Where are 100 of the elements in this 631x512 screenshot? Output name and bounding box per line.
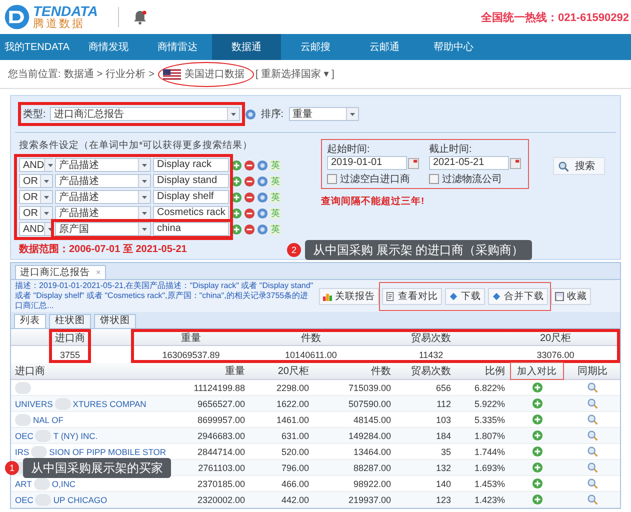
- toolbar-button[interactable]: 关联报告: [319, 288, 379, 304]
- type-select[interactable]: 进口商汇总报告: [50, 107, 240, 121]
- nav-tab[interactable]: 云邮通: [350, 34, 419, 60]
- caret-icon: [40, 191, 52, 203]
- help-icon[interactable]: [244, 108, 256, 120]
- add-icon[interactable]: [532, 430, 542, 441]
- help-icon[interactable]: [257, 224, 268, 234]
- add-icon[interactable]: [231, 224, 242, 234]
- nav-tab[interactable]: 我的TENDATA: [0, 34, 74, 60]
- search-icon[interactable]: [587, 494, 598, 505]
- help-icon[interactable]: [257, 176, 268, 186]
- table-cell-text: 184: [434, 430, 452, 440]
- field-select[interactable]: 产品描述: [55, 158, 151, 172]
- search-icon[interactable]: [587, 430, 598, 441]
- search-icon[interactable]: [587, 414, 598, 425]
- toolbar-button[interactable]: 合并下载: [488, 288, 548, 304]
- importer-link[interactable]: OEC: [15, 430, 34, 440]
- report-tab[interactable]: 进口商汇总报告 ×: [15, 265, 106, 279]
- search-icon[interactable]: [587, 382, 598, 393]
- nav-tab[interactable]: 商情雷达: [143, 34, 212, 60]
- keyword-field[interactable]: Display rack: [153, 158, 229, 172]
- logic-select[interactable]: AND: [19, 222, 53, 236]
- importer-link[interactable]: XTURES COMPAN: [72, 398, 146, 408]
- add-icon[interactable]: [231, 208, 242, 218]
- importer-link[interactable]: OEC: [15, 494, 34, 504]
- breadcrumb-link[interactable]: [ 重新选择国家 ▾ ]: [255, 67, 334, 81]
- caret-icon: [40, 207, 52, 219]
- importer-link[interactable]: O,INC: [52, 478, 76, 488]
- add-icon[interactable]: [532, 478, 542, 489]
- logic-select[interactable]: OR: [19, 206, 53, 220]
- view-tab[interactable]: 饼状图: [94, 314, 136, 328]
- table-cell-text: 1.807%: [473, 430, 506, 440]
- help-icon[interactable]: [257, 192, 268, 202]
- add-icon[interactable]: [532, 398, 542, 409]
- remove-icon[interactable]: [244, 192, 255, 202]
- breadcrumb-link[interactable]: 行业分析: [106, 67, 146, 81]
- table-cell-text: 1.693%: [473, 462, 506, 472]
- importer-link[interactable]: T (NY) INC.: [53, 430, 98, 440]
- logic-select[interactable]: AND: [19, 158, 53, 172]
- keyword-field[interactable]: Cosmetics rack: [153, 206, 229, 220]
- search-button[interactable]: 搜索: [553, 157, 605, 175]
- add-icon[interactable]: [532, 462, 542, 473]
- search-icon[interactable]: [587, 462, 598, 473]
- help-icon[interactable]: [257, 160, 268, 170]
- view-tab[interactable]: 柱状图: [49, 314, 91, 328]
- sort-select[interactable]: 重量: [288, 107, 359, 121]
- field-select[interactable]: 产品描述: [55, 206, 151, 220]
- type-label: 类型:: [23, 108, 46, 121]
- breadcrumb-text: 美国进口数据: [184, 68, 244, 81]
- checkbox[interactable]: [429, 174, 439, 184]
- view-tab[interactable]: 列表: [14, 314, 46, 328]
- importer-link[interactable]: ART: [15, 478, 32, 488]
- end-date-field[interactable]: 2021-05-21: [429, 156, 509, 170]
- add-icon[interactable]: [532, 414, 542, 425]
- nav-tab[interactable]: 数据通: [212, 34, 281, 60]
- checkbox[interactable]: [327, 174, 337, 184]
- add-icon[interactable]: [231, 160, 242, 170]
- importer-link[interactable]: UP CHICAGO: [53, 494, 108, 504]
- search-icon[interactable]: [587, 446, 598, 457]
- field-select[interactable]: 原产国: [55, 222, 151, 236]
- add-icon[interactable]: [231, 176, 242, 186]
- field-select[interactable]: 产品描述: [55, 190, 151, 204]
- add-icon[interactable]: [532, 446, 542, 457]
- keyword-field[interactable]: Display shelf: [153, 190, 229, 204]
- breadcrumb-text: >: [96, 68, 103, 80]
- toolbar-button[interactable]: 查看对比: [382, 288, 442, 304]
- calendar-icon[interactable]: [510, 158, 521, 168]
- nav-tab[interactable]: 云邮搜: [281, 34, 350, 60]
- importer-link[interactable]: SION OF PIPP MOBILE STOR: [49, 446, 166, 456]
- column-header: 贸易次数: [411, 332, 451, 344]
- toolbar-button[interactable]: 收藏: [551, 288, 591, 304]
- search-icon[interactable]: [587, 478, 598, 489]
- importer-link[interactable]: IRS: [15, 446, 30, 456]
- search-icon[interactable]: [587, 398, 598, 409]
- add-icon[interactable]: [532, 494, 542, 505]
- remove-icon[interactable]: [244, 224, 255, 234]
- keyword-field[interactable]: china: [153, 222, 229, 236]
- logic-select[interactable]: OR: [19, 190, 53, 204]
- remove-icon[interactable]: [244, 160, 255, 170]
- importer-link[interactable]: NAL OF: [33, 414, 64, 424]
- help-icon[interactable]: [257, 208, 268, 218]
- add-icon[interactable]: [532, 382, 542, 393]
- bell-icon[interactable]: [132, 9, 147, 25]
- logic-select[interactable]: OR: [19, 174, 53, 188]
- table-cell: 11432: [418, 350, 444, 360]
- nav-tab[interactable]: 商情发现: [74, 34, 143, 60]
- add-icon[interactable]: [231, 192, 242, 202]
- breadcrumb-link[interactable]: 数据通: [64, 67, 94, 81]
- caret-icon: [226, 108, 239, 120]
- start-date-field[interactable]: 2019-01-01: [327, 156, 407, 170]
- remove-icon[interactable]: [244, 208, 255, 218]
- toolbar-button[interactable]: 下载: [445, 288, 485, 304]
- keyword-field[interactable]: Display stand: [153, 174, 229, 188]
- breadcrumb-text: >: [148, 68, 154, 80]
- importer-link[interactable]: UNIVERS: [15, 398, 53, 408]
- calendar-icon[interactable]: [408, 158, 419, 168]
- field-select[interactable]: 产品描述: [55, 174, 151, 188]
- remove-icon[interactable]: [244, 176, 255, 186]
- conditions-title: 搜索条件设定（在单词中加*可以获得更多搜索结果）: [19, 139, 254, 152]
- nav-tab[interactable]: 帮助中心: [419, 34, 488, 60]
